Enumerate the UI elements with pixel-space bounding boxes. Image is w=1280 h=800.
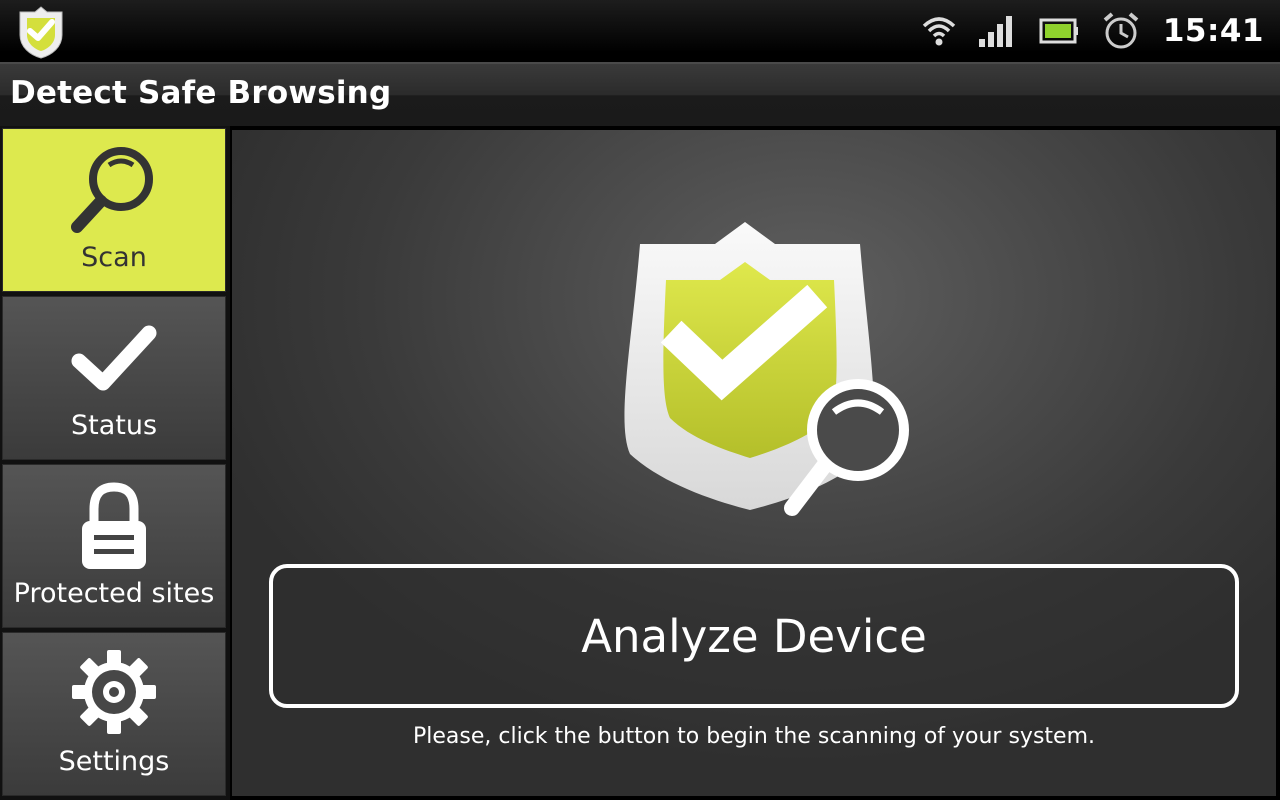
scan-hint: Please, click the button to begin the sc… <box>413 724 1095 749</box>
sidebar-item-label: Settings <box>58 746 170 777</box>
battery-icon <box>1039 18 1078 44</box>
app-title: Detect Safe Browsing <box>10 75 392 111</box>
title-bar: Detect Safe Browsing <box>0 62 1280 126</box>
status-time: 15:41 <box>1162 13 1264 49</box>
sidebar-item-scan[interactable]: Scan <box>2 128 226 292</box>
shield-check-magnifier-icon <box>624 222 909 516</box>
sidebar: Scan Status Protected sites Settings <box>0 126 230 800</box>
magnifier-icon <box>71 147 153 233</box>
sidebar-item-status[interactable]: Status <box>2 296 226 460</box>
status-bar: 15:41 <box>0 0 1280 62</box>
wifi-icon <box>922 17 956 46</box>
signal-icon <box>978 16 1012 47</box>
gear-icon <box>72 650 156 734</box>
analyze-device-button[interactable]: Analyze Device <box>269 564 1239 708</box>
analyze-device-label: Analyze Device <box>581 609 927 663</box>
alarm-icon <box>1103 12 1139 49</box>
app-shield-icon <box>19 6 63 59</box>
scan-panel: Analyze Device Please, click the button … <box>232 130 1276 796</box>
padlock-icon <box>82 482 146 569</box>
sidebar-item-protected-sites[interactable]: Protected sites <box>2 464 226 628</box>
checkmark-icon <box>71 325 157 391</box>
sidebar-item-label: Status <box>70 410 158 441</box>
sidebar-item-label: Protected sites <box>13 578 215 609</box>
sidebar-item-label: Scan <box>81 242 147 273</box>
sidebar-item-settings[interactable]: Settings <box>2 632 226 796</box>
